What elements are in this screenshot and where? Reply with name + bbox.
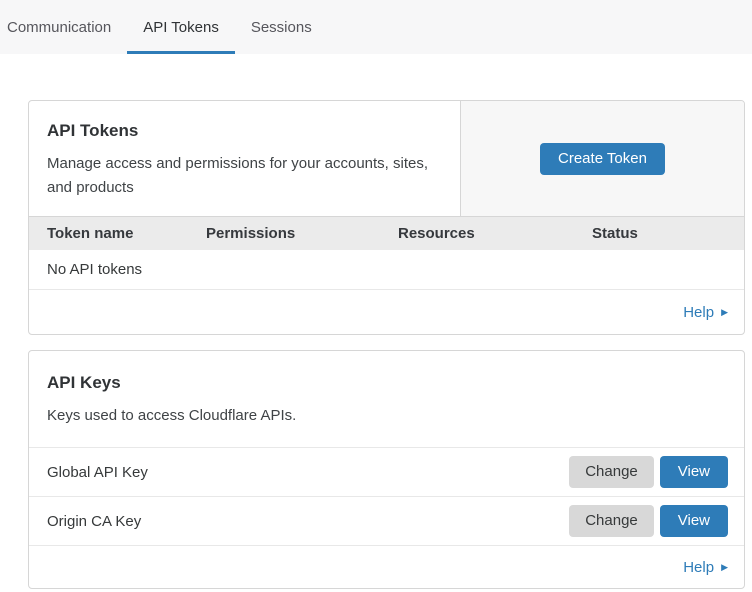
api-tokens-card: API Tokens Manage access and permissions… — [28, 100, 745, 335]
column-header-permissions: Permissions — [206, 225, 398, 242]
api-keys-card-footer: Help ▶ — [29, 545, 744, 588]
tab-communication-label: Communication — [7, 19, 111, 36]
tab-bar: Communication API Tokens Sessions — [0, 0, 752, 54]
api-keys-help-link[interactable]: Help ▶ — [683, 559, 728, 576]
api-tokens-card-header-text: API Tokens Manage access and permissions… — [29, 101, 460, 216]
api-keys-card-header: API Keys Keys used to access Cloudflare … — [29, 351, 744, 447]
api-tokens-help-label: Help — [683, 304, 714, 321]
help-arrow-icon: ▶ — [721, 308, 728, 317]
api-tokens-card-header: API Tokens Manage access and permissions… — [29, 101, 744, 216]
api-tokens-card-footer: Help ▶ — [29, 290, 744, 334]
api-keys-title: API Keys — [47, 373, 726, 393]
page-content: API Tokens Manage access and permissions… — [0, 100, 752, 589]
help-arrow-icon: ▶ — [721, 563, 728, 572]
global-api-key-view-button[interactable]: View — [660, 456, 728, 488]
tab-sessions-label: Sessions — [251, 19, 312, 36]
origin-ca-key-row: Origin CA Key Change View — [29, 496, 744, 545]
column-header-resources: Resources — [398, 225, 592, 242]
api-tokens-description: Manage access and permissions for your a… — [47, 152, 444, 200]
api-tokens-title: API Tokens — [47, 121, 444, 141]
column-header-token-name: Token name — [47, 225, 206, 242]
api-keys-description: Keys used to access Cloudflare APIs. — [47, 404, 726, 428]
token-table-empty-row: No API tokens — [29, 250, 744, 290]
column-header-status: Status — [592, 225, 744, 242]
api-keys-help-label: Help — [683, 559, 714, 576]
tab-api-tokens-label: API Tokens — [143, 19, 219, 36]
global-api-key-row: Global API Key Change View — [29, 447, 744, 496]
tab-communication[interactable]: Communication — [0, 0, 127, 54]
api-tokens-help-link[interactable]: Help ▶ — [683, 304, 728, 321]
origin-ca-key-view-button[interactable]: View — [660, 505, 728, 537]
empty-tokens-message: No API tokens — [47, 261, 142, 278]
token-table-header: Token name Permissions Resources Status — [29, 216, 744, 250]
api-tokens-card-action-area: Create Token — [460, 101, 744, 216]
api-keys-card: API Keys Keys used to access Cloudflare … — [28, 350, 745, 589]
tab-api-tokens[interactable]: API Tokens — [127, 0, 235, 54]
origin-ca-key-change-button[interactable]: Change — [569, 505, 654, 537]
global-api-key-label: Global API Key — [47, 464, 569, 481]
origin-ca-key-label: Origin CA Key — [47, 513, 569, 530]
global-api-key-change-button[interactable]: Change — [569, 456, 654, 488]
tab-sessions[interactable]: Sessions — [235, 0, 328, 54]
create-token-button[interactable]: Create Token — [540, 143, 665, 175]
